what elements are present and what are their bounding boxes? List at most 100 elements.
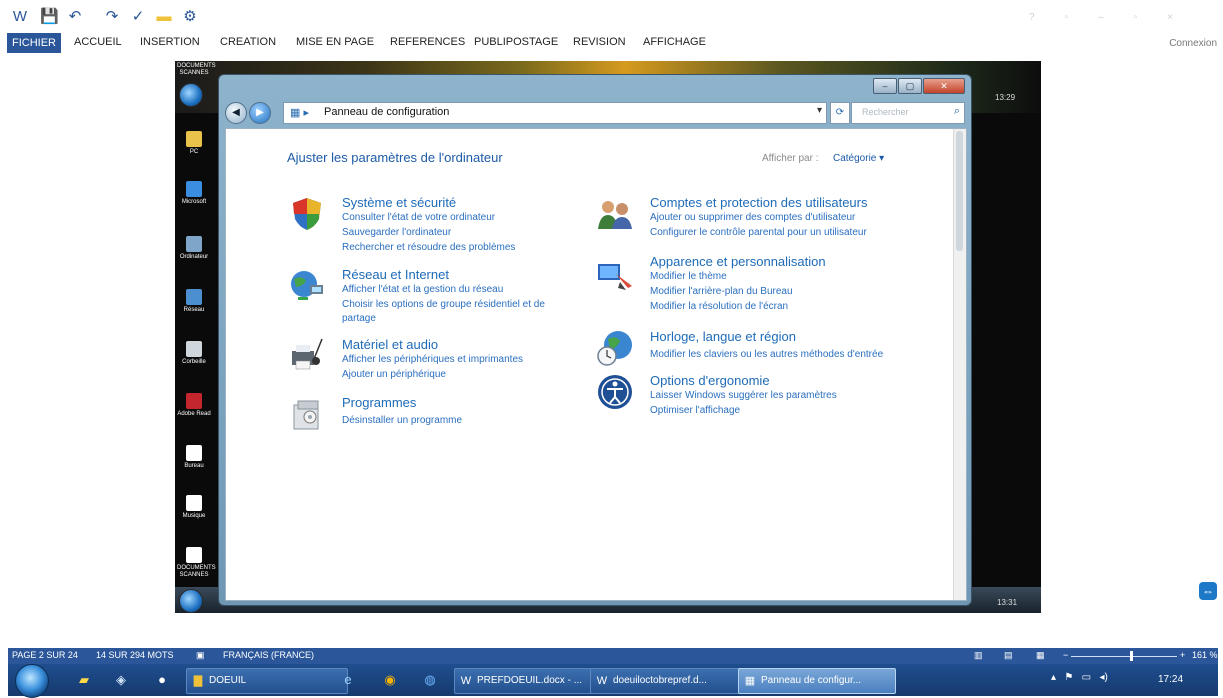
connexion-link[interactable]: Connexion (1169, 38, 1217, 49)
category-link[interactable]: Rechercher et résoudre des problèmes (342, 242, 515, 253)
tab-references[interactable]: REFERENCES (390, 36, 465, 48)
category-link[interactable]: Modifier l'arrière-plan du Bureau (650, 286, 793, 297)
zoom-in-icon[interactable]: + (1180, 650, 1185, 660)
category-title[interactable]: Apparence et personnalisation (650, 254, 826, 269)
read-mode-icon[interactable]: ▥ (974, 650, 983, 661)
web-layout-icon[interactable]: ▦ (1036, 650, 1045, 661)
category-link[interactable]: Optimiser l'affichage (650, 405, 740, 416)
category-title[interactable]: Système et sécurité (342, 195, 456, 210)
back-button[interactable]: ◀ (225, 102, 247, 124)
desktop-icon-bureau: Bureau (177, 445, 211, 470)
category-link[interactable]: Laisser Windows suggérer les paramètres (650, 390, 837, 401)
window-title (545, 12, 705, 22)
zoom-slider[interactable] (1071, 656, 1177, 657)
redo-icon[interactable]: ↷ (104, 9, 120, 25)
category-link[interactable]: Ajouter un périphérique (342, 369, 446, 380)
category-link[interactable]: Configurer le contrôle parental pour un … (650, 227, 867, 238)
customize-qat-icon[interactable]: ⚙ (182, 9, 198, 25)
tab-mise-en-page[interactable]: MISE EN PAGE (296, 36, 374, 48)
taskbar-button-doeuil[interactable]: ▇ DOEUIL (186, 668, 348, 694)
users-icon (598, 201, 632, 229)
category-title[interactable]: Matériel et audio (342, 337, 438, 352)
chrome-icon[interactable]: ◉ (382, 672, 398, 688)
word-doc-icon: W (596, 675, 608, 687)
chevron-down-icon[interactable]: ▾ (817, 105, 822, 116)
taskbar-clock[interactable]: 17:24 (1158, 674, 1183, 685)
view-by-dropdown[interactable]: Catégorie ▾ (833, 153, 884, 164)
desktop-icon-pc: PC (177, 131, 211, 156)
page-counter[interactable]: PAGE 2 SUR 24 (12, 650, 78, 660)
category-link[interactable]: Modifier le thème (650, 271, 727, 282)
category-link[interactable]: Modifier la résolution de l'écran (650, 301, 788, 312)
zoom-slider-thumb[interactable] (1130, 651, 1133, 661)
zoom-out-icon[interactable]: − (1063, 650, 1068, 660)
minimize-button[interactable]: – (873, 78, 897, 94)
address-bar[interactable]: ▦ ▸ Panneau de configuration ▾ (283, 102, 827, 124)
category-title[interactable]: Comptes et protection des utilisateurs (650, 195, 868, 210)
taskbar-button-panneau[interactable]: ▦ Panneau de configur... (738, 668, 896, 694)
tab-revision[interactable]: REVISION (573, 36, 626, 48)
category-link[interactable]: Consulter l'état de votre ordinateur (342, 212, 495, 223)
media-player-icon[interactable]: ● (154, 672, 170, 688)
category-link[interactable]: Sauvegarder l'ordinateur (342, 227, 451, 238)
start-button[interactable] (15, 664, 49, 698)
category-link[interactable]: Ajouter ou supprimer des comptes d'utili… (650, 212, 855, 223)
close-button[interactable]: ✕ (923, 78, 965, 94)
computer-icon (186, 236, 202, 252)
network-icon (186, 289, 202, 305)
programs-box-icon (293, 400, 319, 430)
category-link[interactable]: Afficher les périphériques et imprimante… (342, 354, 523, 365)
forward-button[interactable]: ▶ (249, 102, 271, 124)
maximize-button[interactable]: ▢ (898, 78, 922, 94)
category-title[interactable]: Options d'ergonomie (650, 373, 770, 388)
internet-explorer-icon[interactable]: e (340, 672, 356, 688)
tab-insertion[interactable]: INSERTION (140, 36, 200, 48)
category-link[interactable]: Désinstaller un programme (342, 415, 462, 426)
control-panel-caption-buttons: – ▢ ✕ (872, 76, 965, 94)
word-app-icon: W (12, 8, 28, 25)
category-title[interactable]: Réseau et Internet (342, 267, 449, 282)
adobe-icon (186, 393, 202, 409)
save-icon[interactable]: 💾 (40, 9, 59, 25)
spellcheck-icon[interactable]: ✓ (130, 9, 146, 25)
taskbar-button-prefdoeuil[interactable]: W PREFDOEUIL.docx - ... (454, 668, 610, 694)
proofing-icon[interactable]: ▣ (196, 650, 205, 661)
browser-icon[interactable]: ◍ (422, 672, 438, 688)
zoom-level[interactable]: 161 % (1192, 650, 1218, 660)
category-link[interactable]: Modifier les claviers ou les autres méth… (650, 349, 883, 360)
windows-taskbar: ▰ ◈ ● ▇ DOEUIL e ◉ ◍ W PREFDOEUIL.docx -… (8, 664, 1218, 698)
refresh-icon[interactable]: ⟳ (830, 102, 850, 124)
system-tray-icons[interactable]: ▴ ⚑ ▭ ◂) (1051, 672, 1108, 683)
tab-fichier[interactable]: FICHIER (7, 33, 61, 53)
search-input[interactable]: Rechercher ⌕ (851, 102, 965, 124)
photo-start-orb-top (179, 83, 203, 107)
side-widget-icon[interactable]: ⇔ (1199, 582, 1217, 600)
show-desktop-icon[interactable]: ▰ (76, 672, 92, 688)
ribbon-tabs: FICHIER ACCUEIL INSERTION CREATION MISE … (0, 33, 1223, 53)
word-count[interactable]: 14 SUR 294 MOTS (96, 650, 174, 660)
window-controls[interactable]: ?▫–▫× (1029, 12, 1203, 23)
app-pin-icon[interactable]: ◈ (113, 672, 129, 688)
language-indicator[interactable]: FRANÇAIS (FRANCE) (223, 650, 314, 660)
category-link[interactable]: Choisir les options de groupe résidentie… (342, 298, 562, 326)
word-title-bar: W 💾 ↶ ↷ ✓ ▬ ⚙ ?▫–▫× (0, 0, 1223, 30)
undo-icon[interactable]: ↶ (67, 9, 83, 25)
scrollbar-thumb[interactable] (956, 131, 963, 251)
desktop-icon-documents-scannes-2: DOCUMENTS SCANNES (177, 547, 216, 579)
tab-publipostage[interactable]: PUBLIPOSTAGE (474, 36, 558, 48)
category-link[interactable]: Afficher l'état et la gestion du réseau (342, 284, 503, 295)
taskbar-button-doeuiloctobre[interactable]: W doeuiloctobrepref.d... (590, 668, 754, 694)
photo-start-orb-bottom (179, 589, 203, 613)
category-title[interactable]: Programmes (342, 395, 416, 410)
print-layout-icon[interactable]: ▤ (1004, 650, 1013, 661)
vertical-scrollbar[interactable] (953, 129, 966, 600)
tab-accueil[interactable]: ACCUEIL (74, 36, 122, 48)
document-icon (186, 495, 202, 511)
folder-icon[interactable]: ▬ (156, 9, 172, 25)
tab-creation[interactable]: CREATION (220, 36, 276, 48)
category-title[interactable]: Horloge, langue et région (650, 329, 796, 344)
tab-affichage[interactable]: AFFICHAGE (643, 36, 706, 48)
recycle-bin-icon (186, 341, 202, 357)
search-icon[interactable]: ⌕ (954, 105, 960, 118)
printer-speaker-icon (292, 338, 323, 370)
